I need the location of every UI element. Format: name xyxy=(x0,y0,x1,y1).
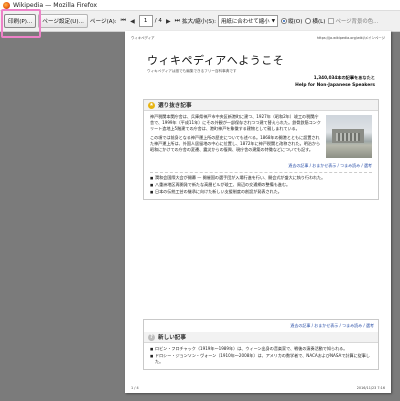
featured-photo xyxy=(326,115,372,158)
landscape-label: 横(L) xyxy=(312,19,326,25)
question-icon: ? xyxy=(148,333,155,341)
background-label: ページ背景の色... xyxy=(335,19,379,25)
recent-item: ドロシー・ジョンソン・ヴォーン（1910年～2008年）は、アメリカの数学者で、… xyxy=(150,353,372,365)
featured-links: 過去の記事 / おまかせ表示 / つまみ読み / 選考 xyxy=(288,163,372,168)
firefox-icon xyxy=(3,1,10,9)
recent-item: ロビン・フロチャック（1919年～1989年）は、ウィーン出身の音楽家で、戦後の… xyxy=(150,346,372,352)
zoom-value: 用紙に合わせて縮小 xyxy=(221,19,270,25)
zoom-label: 拡大/縮小(S): xyxy=(181,19,217,25)
page-header-left: ウィキペディア xyxy=(131,36,155,40)
featured-body: 神戸税関本関庁舎は、兵庫県神戸市中央区新港町に建つ、1927年（昭和2年）竣工の… xyxy=(144,111,378,199)
landscape-radio[interactable]: 横(L) xyxy=(305,17,325,25)
news-item: 潤和会国際大会が開幕 — 開催国の選手団が入場行進を行い、開会式が盛大に執り行わ… xyxy=(150,175,372,181)
first-page-icon[interactable]: ⏮ xyxy=(121,17,126,25)
divider xyxy=(150,172,372,173)
recent-links: 過去の記事 / おまかせ表示 / つまみ読み / 選考 xyxy=(290,323,374,328)
portrait-radio[interactable]: 縦(O) xyxy=(281,17,302,25)
news-item: 日本の伝統工芸の継承に向けた新しい支援制度の創設が発表された。 xyxy=(150,189,372,195)
page-title: ウィキペディアへようこそ xyxy=(147,54,285,67)
preview-page: ウィキペディア https://ja.wikipedia.org/wiki/メイ… xyxy=(125,31,391,393)
page-footer-right: 2016/11/23 7:16 xyxy=(356,386,385,390)
featured-header: ★ 選り抜き記事 xyxy=(144,100,378,111)
checkbox-icon xyxy=(328,18,335,24)
news-item: 八重洲地区再開発で新たな高層ビルが竣工、周辺の交通網の整備も進む。 xyxy=(150,182,372,188)
page-footer-left: 1 / 4 xyxy=(131,386,139,390)
chevron-down-icon: ▼ xyxy=(271,18,276,24)
print-preview-toolbar: 印刷(P)... ページ設定(U)... ページ(A): ⏮ ◀ 1 / 4 ▶… xyxy=(0,11,400,32)
print-button-highlight xyxy=(1,9,41,38)
next-page-icon[interactable]: ▶ xyxy=(166,18,171,25)
last-page-icon[interactable]: ⏭ xyxy=(175,17,180,25)
recent-articles-section: 過去の記事 / おまかせ表示 / つまみ読み / 選考 ? 新しい記事 ロビン・… xyxy=(143,319,379,371)
portrait-label: 縦(O) xyxy=(288,19,303,25)
featured-article-section: ★ 選り抜き記事 神戸税関本関庁舎は、兵庫県神戸市中央区新港町に建つ、1927年… xyxy=(143,99,379,201)
page-number-input[interactable]: 1 xyxy=(138,15,153,27)
radio-selected-icon xyxy=(281,18,288,24)
page-total: / 4 xyxy=(154,18,162,24)
page-subtitle: ウィキペディアは誰でも編集できるフリー百科事典です xyxy=(147,69,237,73)
prev-page-icon[interactable]: ◀ xyxy=(130,18,135,25)
recent-title: 新しい記事 xyxy=(158,335,186,341)
featured-title: 選り抜き記事 xyxy=(158,103,192,109)
page-header-right: https://ja.wikipedia.org/wiki/メインページ xyxy=(316,36,385,40)
radio-empty-icon xyxy=(305,18,312,24)
recent-header: ? 新しい記事 xyxy=(144,332,378,343)
page-label: ページ(A): xyxy=(89,19,117,25)
background-checkbox[interactable]: ページ背景の色... xyxy=(328,17,378,25)
star-icon: ★ xyxy=(148,101,155,109)
zoom-select[interactable]: 用紙に合わせて縮小 ▼ xyxy=(218,15,279,27)
help-non-japanese: Help for Non-Japanese Speakers xyxy=(295,83,375,88)
recent-body: ロビン・フロチャック（1919年～1989年）は、ウィーン出身の音楽家で、戦後の… xyxy=(144,343,378,369)
title-bar: Wikipedia — Mozilla Firefox xyxy=(0,0,400,11)
page-setup-button[interactable]: ページ設定(U)... xyxy=(38,14,88,28)
article-count: 1,340,034本の記事をあなたと xyxy=(313,75,375,80)
window-title: Wikipedia — Mozilla Firefox xyxy=(13,1,98,9)
